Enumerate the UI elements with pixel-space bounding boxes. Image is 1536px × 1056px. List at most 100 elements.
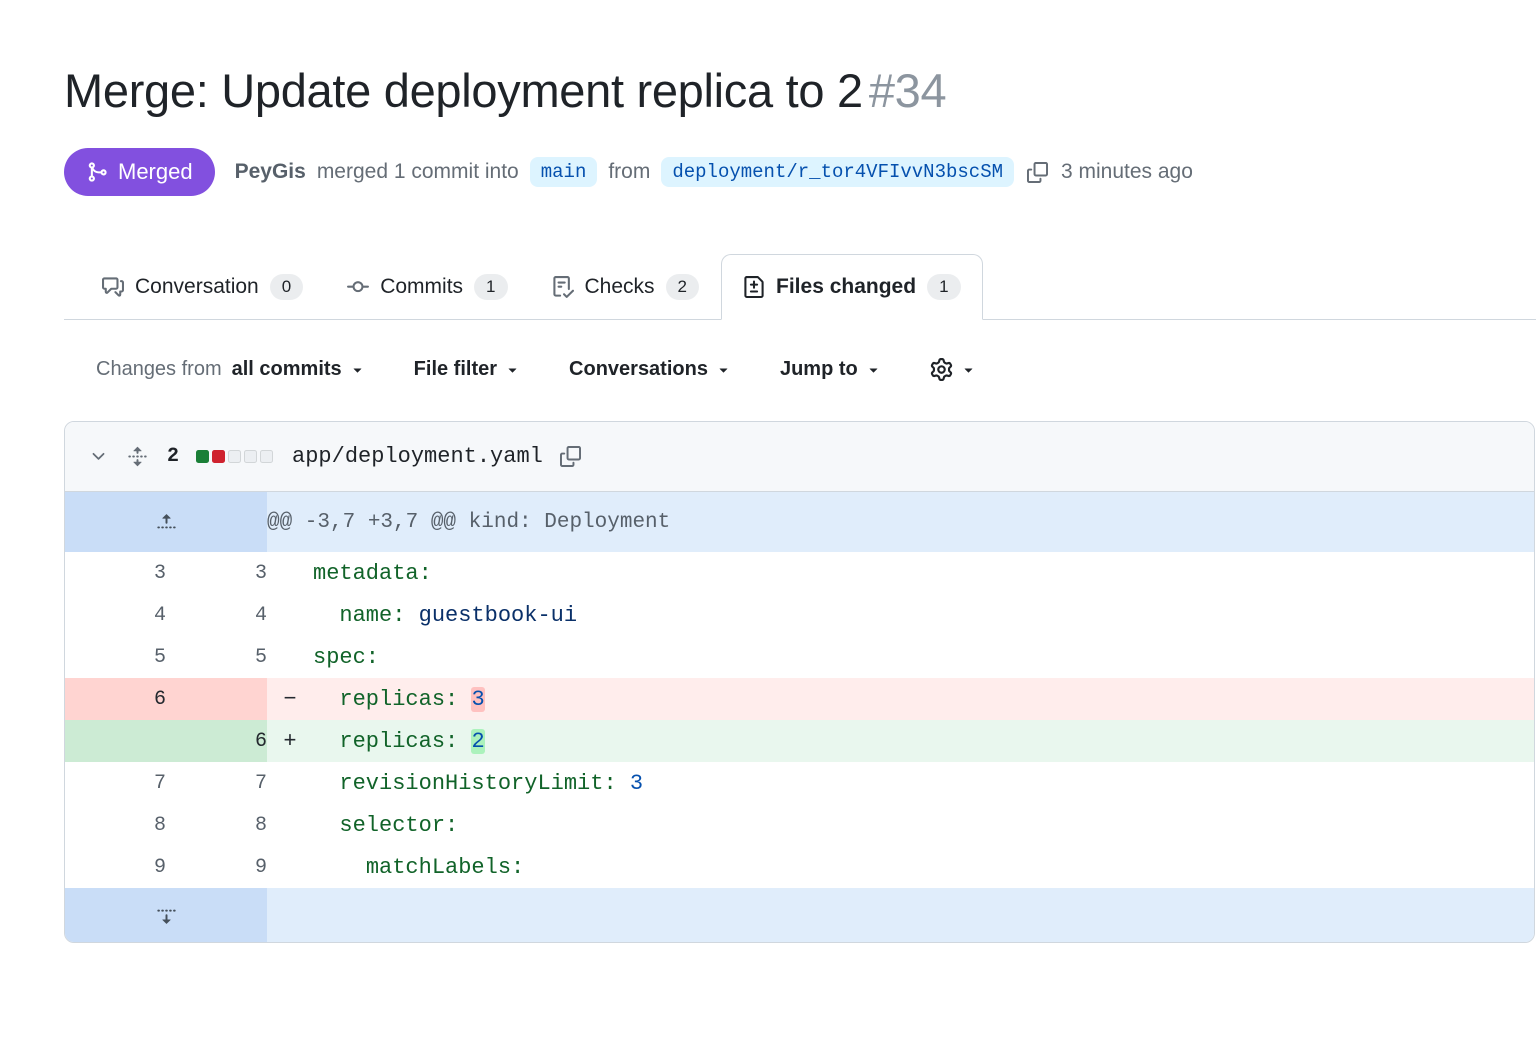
file-filter-dropdown[interactable]: File filter [414,358,521,381]
old-line-number[interactable] [65,720,166,762]
tab-counter: 1 [474,274,507,300]
code-token: replicas: [339,729,458,754]
changed-lines-count: 2 [167,445,179,468]
file-header: 2 app/deployment.yaml [65,422,1534,492]
code-token: metadata: [313,561,432,586]
new-line-number[interactable]: 5 [166,636,267,678]
code-line: + replicas: 2 [267,720,1534,762]
file-diff-icon [743,276,765,298]
comment-discussion-icon [102,276,124,298]
chevron-down-icon [960,361,977,378]
conversations-dropdown[interactable]: Conversations [569,358,732,381]
old-line-number[interactable]: 8 [65,804,166,846]
head-branch-label[interactable]: deployment/r_tor4VFIvvN3bscSM [661,157,1014,187]
tab-files-changed[interactable]: Files changed 1 [721,254,983,320]
pr-number: #34 [869,64,947,117]
changes-from-dropdown[interactable]: Changes from all commits [96,358,366,381]
expand-down-button[interactable] [65,888,267,942]
merged-status-badge: Merged [64,148,215,196]
git-commit-icon [347,276,369,298]
diff-line-context: 55 spec: [65,636,1534,678]
new-line-number[interactable] [166,678,267,720]
chevron-down-icon [865,361,882,378]
copy-branch-button[interactable] [1025,160,1050,185]
tab-commits[interactable]: Commits 1 [325,254,529,320]
diff-line-context: 77 revisionHistoryLimit: 3 [65,762,1534,804]
diff-line-rows: 33metadata:44 name: guestbook-ui55spec:6… [65,552,1534,888]
diff-line-context: 44 name: guestbook-ui [65,594,1534,636]
code-line: − replicas: 3 [267,678,1534,720]
git-merge-icon [86,161,108,183]
file-name-link[interactable]: app/deployment.yaml [292,444,543,469]
code-token: name: [339,603,405,628]
deleted-diff-square [212,450,225,463]
chevron-down-icon [349,361,366,378]
old-line-number[interactable]: 5 [65,636,166,678]
code-token: selector: [339,813,458,838]
neutral-diff-square [260,450,273,463]
added-diff-square [196,450,209,463]
new-line-number[interactable]: 8 [166,804,267,846]
code-token [313,771,339,796]
code-token: guestbook-ui [419,603,577,628]
expand-up-button[interactable] [65,492,267,552]
jump-to-dropdown[interactable]: Jump to [780,358,882,381]
changes-from-value: all commits [232,358,342,381]
collapse-file-button[interactable] [87,445,110,468]
unfold-icon [127,446,148,467]
code-line: matchLabels: [267,846,1534,888]
old-line-number[interactable]: 4 [65,594,166,636]
copy-file-path-button[interactable] [558,444,583,469]
chevron-down-icon [89,447,108,466]
new-line-number[interactable]: 7 [166,762,267,804]
neutral-diff-square [244,450,257,463]
new-line-number[interactable]: 6 [166,720,267,762]
code-token [458,687,471,712]
code-token [405,603,418,628]
diff-table: @@ -3,7 +3,7 @@ kind: Deployment 33metad… [65,492,1534,942]
pr-header: Merge: Update deployment replica to 2#34… [64,62,1472,196]
expander-background [267,888,1534,942]
code-token: revisionHistoryLimit: [339,771,616,796]
old-line-number[interactable]: 9 [65,846,166,888]
tab-counter: 1 [927,274,960,300]
base-branch-label[interactable]: main [530,157,598,187]
byline-from-text: from [608,160,650,184]
author-link[interactable]: PeyGis [235,160,306,184]
old-line-number[interactable]: 6 [65,678,166,720]
checklist-icon [552,276,574,298]
old-line-number[interactable]: 7 [65,762,166,804]
conversations-label: Conversations [569,358,708,381]
code-token: 2 [471,729,484,754]
code-token: replicas: [339,687,458,712]
code-token: spec: [313,645,379,670]
pr-byline: PeyGis merged 1 commit into main from de… [235,157,1193,187]
neutral-diff-square [228,450,241,463]
new-line-number[interactable]: 9 [166,846,267,888]
tab-checks[interactable]: Checks 2 [530,254,722,320]
code-token: 3 [471,687,484,712]
code-token [313,687,339,712]
tab-conversation[interactable]: Conversation 0 [80,254,325,320]
code-token [313,729,339,754]
old-line-number[interactable]: 3 [65,552,166,594]
code-token [617,771,630,796]
byline-action-text: merged 1 commit into [317,160,519,184]
file-filter-label: File filter [414,358,497,381]
new-line-number[interactable]: 4 [166,594,267,636]
code-line: selector: [267,804,1534,846]
expand-all-button[interactable] [125,444,150,469]
diff-line-context: 33 metadata: [65,552,1534,594]
code-token [458,729,471,754]
diff-blocks [196,450,273,463]
diff-settings-dropdown[interactable] [930,358,977,381]
expander-section [65,888,1534,942]
tab-label: Commits [380,275,463,299]
new-line-number[interactable]: 3 [166,552,267,594]
diff-line-addition: 6+ replicas: 2 [65,720,1534,762]
diff-sign: + [267,729,313,754]
pr-meta-row: Merged PeyGis merged 1 commit into main … [64,148,1472,196]
tab-counter: 0 [270,274,303,300]
code-line: revisionHistoryLimit: 3 [267,762,1534,804]
hunk-header-text: @@ -3,7 +3,7 @@ kind: Deployment [267,492,1534,552]
